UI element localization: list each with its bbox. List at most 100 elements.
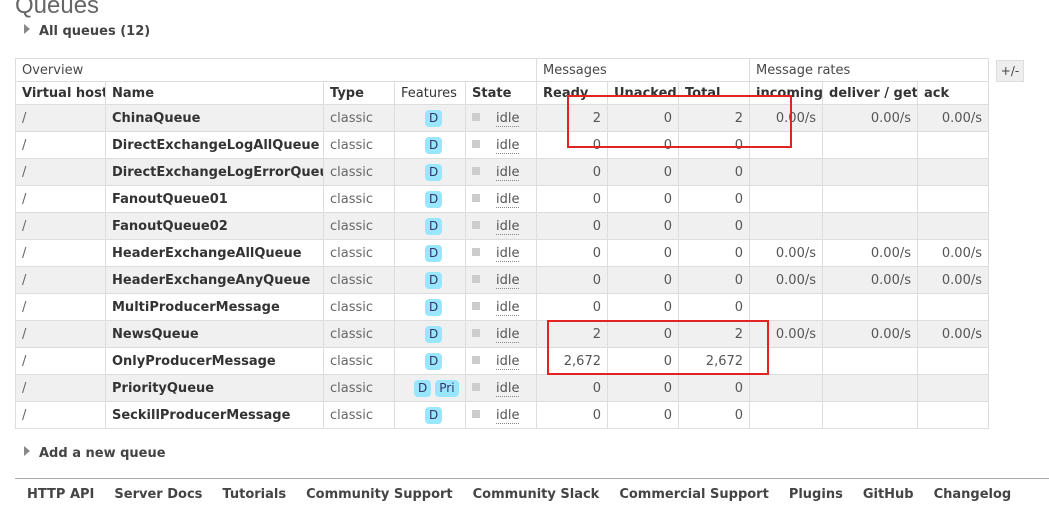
unacked-cell: 0 (607, 212, 679, 240)
virtual-host-cell: / (15, 293, 106, 321)
unacked-cell: 0 (607, 347, 679, 375)
queue-name-link[interactable]: ChinaQueue (105, 104, 324, 132)
footer-link-commercial-support[interactable]: Commercial Support (619, 487, 769, 502)
incoming-rate-cell: 0.00/s (749, 239, 824, 267)
feature-badge: D (414, 379, 432, 397)
state-cell: idle (465, 293, 537, 321)
virtual-host-cell: / (15, 104, 106, 132)
state-text: idle (496, 380, 520, 397)
unacked-cell: 0 (607, 266, 679, 294)
column-options-button[interactable]: +/- (996, 60, 1024, 82)
group-messages: Messages (535, 58, 751, 82)
group-message-rates: Message rates (749, 58, 990, 82)
deliver-get-rate-cell (822, 158, 919, 186)
ack-rate-cell (917, 185, 990, 213)
col-state[interactable]: State (465, 81, 537, 105)
feature-badge: Pri (435, 379, 459, 397)
feature-badge: D (425, 271, 443, 289)
state-indicator-icon (472, 220, 480, 229)
all-queues-toggle[interactable]: All queues (12) (24, 24, 150, 39)
col-virtual-host[interactable]: Virtual host (15, 81, 106, 105)
total-cell: 0 (677, 212, 751, 240)
total-cell: 0 (677, 293, 751, 321)
queue-name-link[interactable]: FanoutQueue02 (105, 212, 324, 240)
state-cell: idle (465, 212, 537, 240)
footer-link-changelog[interactable]: Changelog (934, 487, 1012, 502)
col-unacked[interactable]: Unacked (607, 81, 679, 105)
virtual-host-cell: / (15, 401, 106, 429)
deliver-get-rate-cell: 0.00/s (822, 266, 919, 294)
triangle-right-icon (24, 24, 30, 34)
ready-cell: 2 (536, 104, 608, 132)
state-indicator-icon (472, 247, 480, 256)
footer-link-github[interactable]: GitHub (863, 487, 914, 502)
queue-name-link[interactable]: SeckillProducerMessage (105, 401, 324, 429)
ack-rate-cell (917, 347, 990, 375)
features-cell: D (394, 104, 466, 132)
table-row: / ChinaQueue classic Didle 2 0 2 0.00/s 0.00/s 0.… (15, 104, 990, 132)
queue-name-link[interactable]: DirectExchangeLogAllQueue (105, 131, 324, 159)
ready-cell: 0 (536, 293, 608, 321)
virtual-host-cell: / (15, 374, 106, 402)
state-cell: idle (465, 401, 537, 429)
deliver-get-rate-cell: 0.00/s (822, 104, 919, 132)
virtual-host-cell: / (15, 320, 106, 348)
ack-rate-cell (917, 212, 990, 240)
feature-badge: D (425, 217, 443, 235)
col-total[interactable]: Total (677, 81, 751, 105)
col-incoming[interactable]: incoming (749, 81, 824, 105)
queue-name-link[interactable]: FanoutQueue01 (105, 185, 324, 213)
group-overview: Overview (15, 58, 537, 82)
deliver-get-rate-cell (822, 347, 919, 375)
ready-cell: 2 (536, 320, 608, 348)
state-text: idle (496, 326, 520, 343)
queue-name-link[interactable]: PriorityQueue (105, 374, 324, 402)
footer-link-http-api[interactable]: HTTP API (27, 487, 94, 502)
queue-name-link[interactable]: HeaderExchangeAllQueue (105, 239, 324, 267)
ack-rate-cell: 0.00/s (917, 239, 990, 267)
state-cell: idle (465, 374, 537, 402)
col-ready[interactable]: Ready (536, 81, 608, 105)
unacked-cell: 0 (607, 239, 679, 267)
queue-name-link[interactable]: NewsQueue (105, 320, 324, 348)
total-cell: 0 (677, 401, 751, 429)
add-queue-toggle[interactable]: Add a new queue (24, 446, 166, 461)
ready-cell: 0 (536, 131, 608, 159)
incoming-rate-cell: 0.00/s (749, 320, 824, 348)
table-row: / DirectExchangeLogAllQueue classic Didle 0 0… (15, 131, 990, 159)
queue-name-link[interactable]: MultiProducerMessage (105, 293, 324, 321)
footer-link-community-support[interactable]: Community Support (306, 487, 453, 502)
queue-name-link[interactable]: OnlyProducerMessage (105, 347, 324, 375)
footer-link-community-slack[interactable]: Community Slack (473, 487, 600, 502)
footer-link-tutorials[interactable]: Tutorials (222, 487, 286, 502)
state-text: idle (496, 407, 520, 424)
footer-link-server-docs[interactable]: Server Docs (114, 487, 202, 502)
features-cell: D (394, 401, 466, 429)
ready-cell: 0 (536, 185, 608, 213)
state-text: idle (496, 110, 520, 127)
incoming-rate-cell (749, 131, 824, 159)
incoming-rate-cell (749, 401, 824, 429)
col-name[interactable]: Name (105, 81, 324, 105)
total-cell: 0 (677, 185, 751, 213)
state-cell: idle (465, 320, 537, 348)
features-cell: D Pri (394, 374, 466, 402)
state-text: idle (496, 191, 520, 208)
col-deliver-get[interactable]: deliver / get (822, 81, 919, 105)
footer-link-plugins[interactable]: Plugins (789, 487, 843, 502)
feature-badge: D (425, 406, 443, 424)
features-cell: D (394, 212, 466, 240)
col-ack[interactable]: ack (917, 81, 990, 105)
type-cell: classic (323, 374, 395, 402)
incoming-rate-cell (749, 347, 824, 375)
deliver-get-rate-cell (822, 401, 919, 429)
col-type[interactable]: Type (323, 81, 395, 105)
queue-name-link[interactable]: HeaderExchangeAnyQueue (105, 266, 324, 294)
table-row: / HeaderExchangeAnyQueue classic Didle 0 0 0 0.… (15, 266, 990, 294)
unacked-cell: 0 (607, 185, 679, 213)
state-cell: idle (465, 266, 537, 294)
state-cell: idle (465, 104, 537, 132)
virtual-host-cell: / (15, 185, 106, 213)
queue-name-link[interactable]: DirectExchangeLogErrorQueue (105, 158, 324, 186)
deliver-get-rate-cell: 0.00/s (822, 320, 919, 348)
